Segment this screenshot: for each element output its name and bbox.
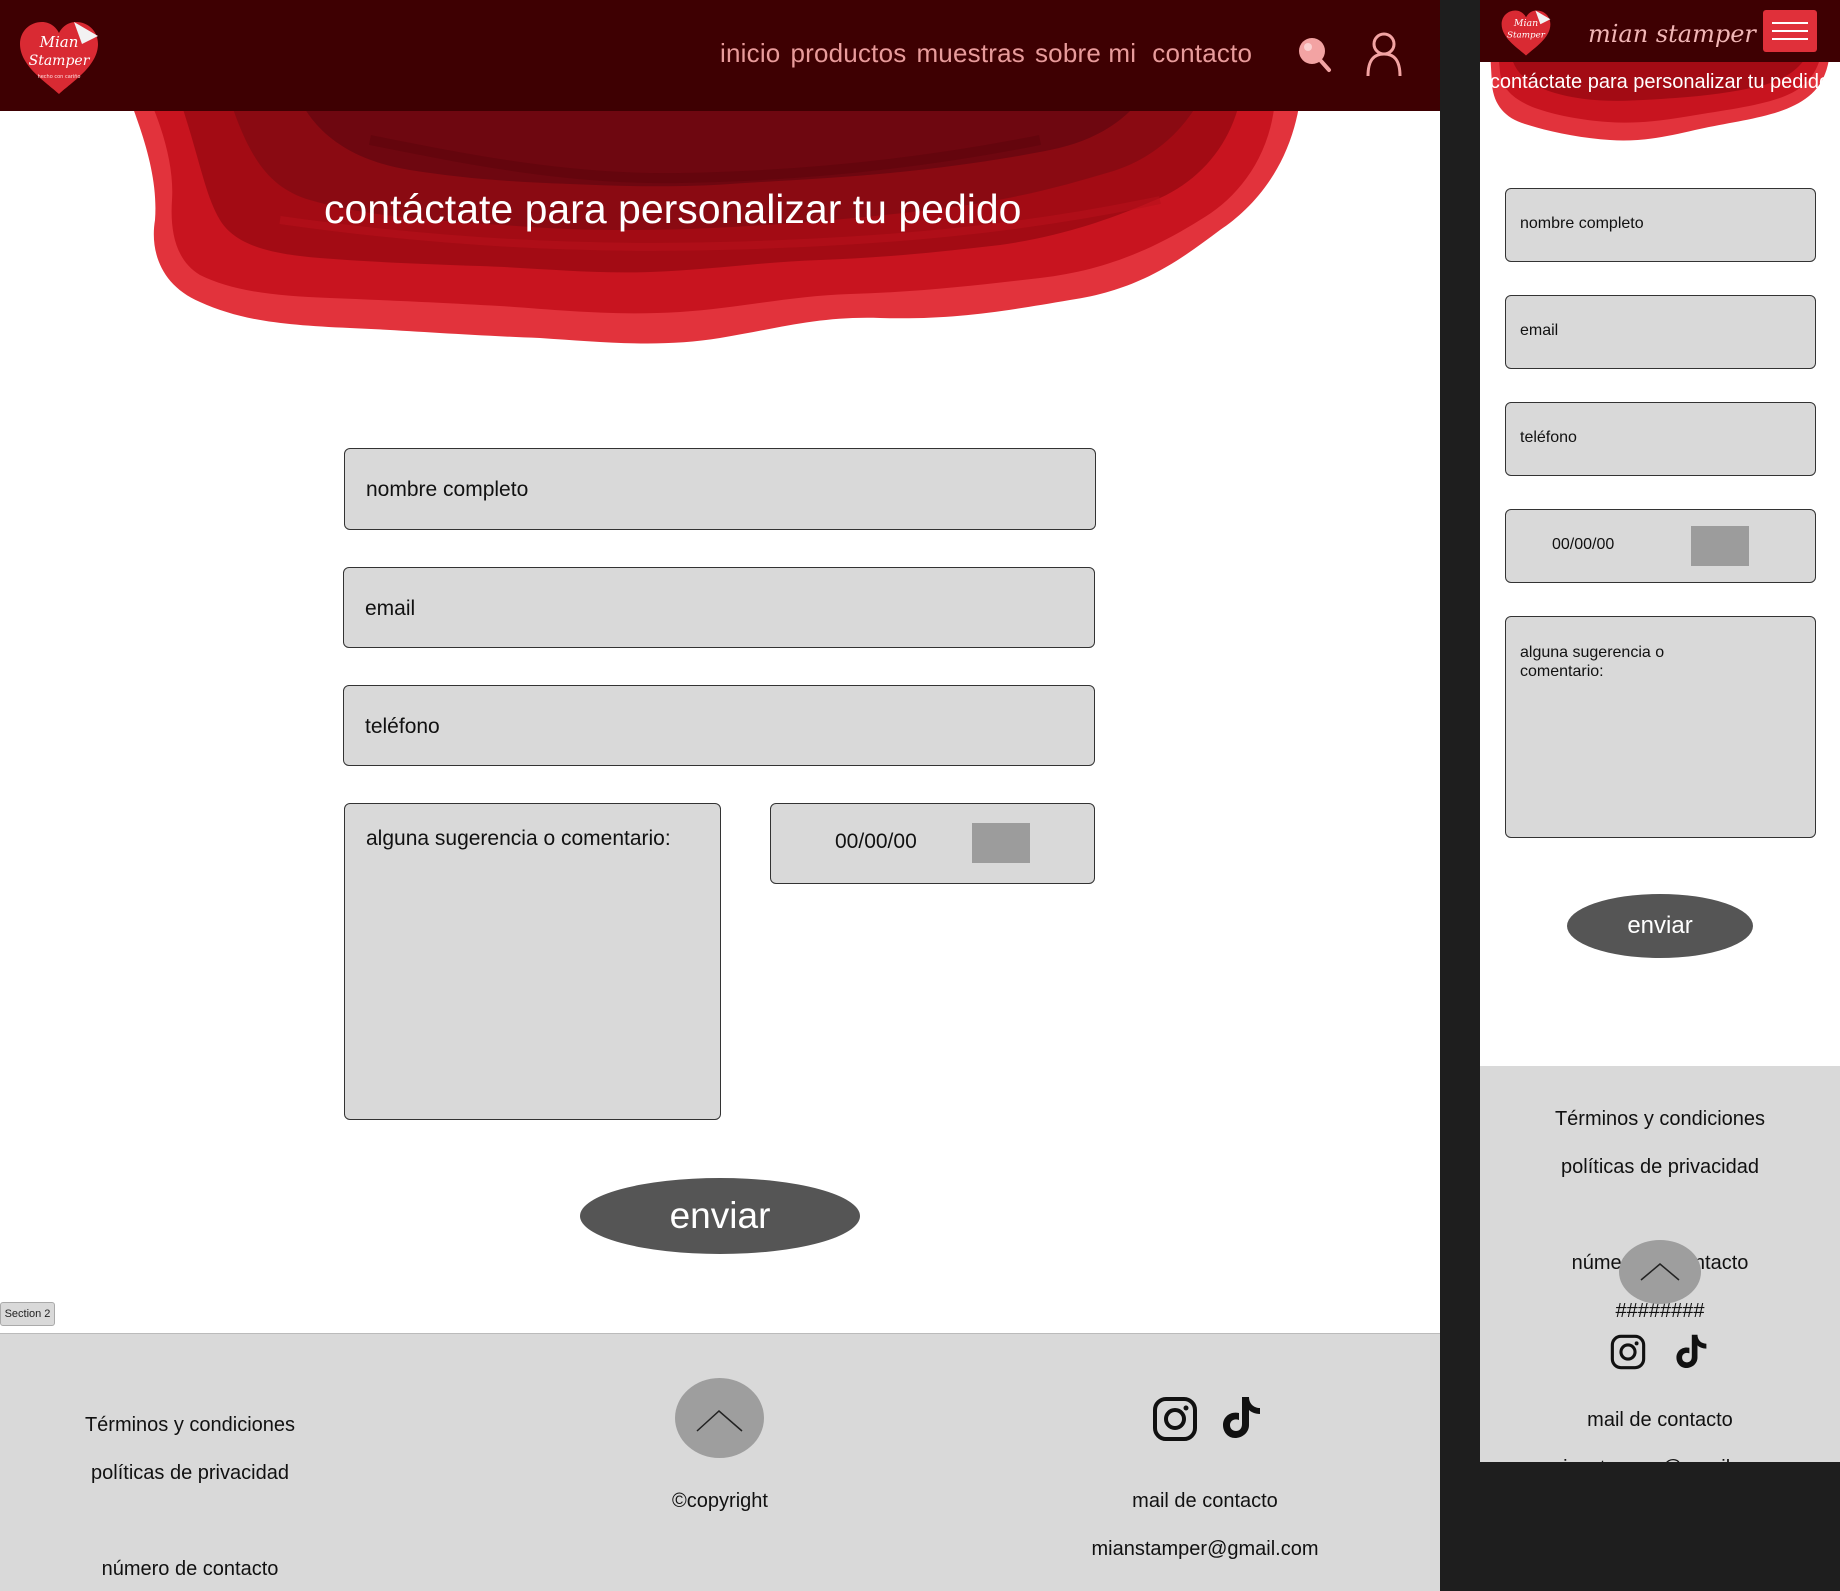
phone-label: número de contacto [101,1558,279,1580]
section-label: Section 2 [0,1302,55,1326]
hamburger-icon [1772,22,1808,24]
mobile-instagram-link[interactable] [1610,1334,1646,1370]
mobile-phone-field[interactable]: teléfono [1505,402,1816,476]
nav-inicio[interactable]: inicio [720,38,780,69]
comment-textarea[interactable]: alguna sugerencia o comentario: [344,803,721,1120]
mobile-name-placeholder: nombre completo [1520,215,1644,232]
mobile-mail-label: mail de contacto [1587,1409,1733,1431]
mobile-brand-name: mian stamper [1588,20,1756,48]
mail-link[interactable]: mianstamper@gmail.com [1060,1537,1350,1561]
mobile-back-to-top-button[interactable] [1619,1240,1701,1304]
mobile-date-picker[interactable]: 00/00/00 [1505,509,1816,583]
svg-text:Mian: Mian [39,33,79,51]
mobile-page: Mian Stamper mian stamper contáctate par… [1480,0,1840,1462]
tiktok-link[interactable] [1220,1394,1262,1440]
mobile-navbar: Mian Stamper mian stamper [1480,0,1840,62]
svg-text:Stamper: Stamper [1507,30,1546,40]
mobile-hero-wave-graphic [1490,50,1830,141]
mobile-submit-button[interactable]: enviar [1567,894,1753,958]
mail-label: mail de contacto [1132,1490,1278,1512]
mobile-tiktok-link[interactable] [1674,1332,1708,1370]
mobile-email-field[interactable]: email [1505,295,1816,369]
phone-placeholder: teléfono [365,715,440,738]
hero-title: contáctate para personalizar tu pedido [324,186,1022,232]
mobile-name-field[interactable]: nombre completo [1505,188,1816,262]
tiktok-icon [1223,1397,1260,1438]
mobile-calendar-toggle[interactable] [1691,526,1749,566]
footer: Términos y condiciones políticas de priv… [0,1333,1440,1591]
instagram-icon [1153,1397,1197,1441]
user-icon [1366,32,1402,77]
mobile-footer-legal: Términos y condiciones políticas de priv… [1480,1083,1840,1347]
heart-logo-icon: Mian Stamper hecho con cariño [20,22,98,94]
mobile-terms-link[interactable]: Términos y condiciones [1480,1107,1840,1131]
tiktok-icon [1676,1334,1707,1368]
mobile-mail-link[interactable]: mianstamper@gmail.com [1480,1456,1840,1462]
email-placeholder: email [365,597,416,620]
email-field[interactable]: email [343,567,1095,648]
mobile-date-value: 00/00/00 [1552,536,1615,553]
chevron-up-icon [1640,1263,1680,1281]
instagram-icon [1610,1334,1646,1370]
account-button[interactable] [1364,30,1404,78]
instagram-link[interactable] [1152,1396,1198,1442]
nav-productos[interactable]: productos [790,38,906,69]
main-nav: inicio productos muestras sobre mi conta… [720,38,1252,69]
mobile-footer: Términos y condiciones políticas de priv… [1480,1066,1840,1462]
brand-logo[interactable]: Mian Stamper hecho con cariño [16,18,102,98]
submit-button[interactable]: enviar [580,1178,860,1254]
date-value: 00/00/00 [835,830,917,853]
mobile-phone-placeholder: teléfono [1520,429,1577,446]
comment-placeholder: alguna sugerencia o comentario: [366,827,671,850]
mobile-hero-title: contáctate para personalizar tu pedido [1489,71,1831,93]
footer-legal: Términos y condiciones políticas de priv… [50,1389,330,1591]
search-button[interactable] [1296,34,1332,74]
mobile-footer-contact: mail de contacto mianstamper@gmail.com [1480,1384,1840,1462]
hamburger-icon-line [1772,30,1808,32]
name-field[interactable]: nombre completo [344,448,1096,530]
terms-link[interactable]: Términos y condiciones [50,1413,330,1437]
mobile-submit-label: enviar [1627,912,1693,939]
mobile-brand-logo[interactable]: Mian Stamper [1498,8,1554,58]
mobile-privacy-link[interactable]: políticas de privacidad [1480,1155,1840,1179]
svg-text:Mian: Mian [1513,18,1538,29]
heart-logo-icon: Mian Stamper [1501,10,1551,56]
top-navbar: Mian Stamper hecho con cariño inicio pro… [0,0,1440,111]
phone-field[interactable]: teléfono [343,685,1095,766]
svg-text:hecho con cariño: hecho con cariño [38,74,81,80]
nav-muestras[interactable]: muestras [916,38,1025,69]
search-icon [1299,38,1331,72]
chevron-up-icon [696,1409,743,1432]
hamburger-menu-button[interactable] [1763,10,1817,52]
footer-contact: mail de contacto mianstamper@gmail.com [1060,1465,1350,1585]
hamburger-icon-line [1772,38,1808,40]
copyright: ©copyright [672,1490,768,1512]
desktop-page: Mian Stamper hecho con cariño inicio pro… [0,0,1440,1591]
nav-sobre-mi[interactable]: sobre mi [1035,38,1136,69]
mobile-comment-textarea[interactable]: alguna sugerencia o comentario: [1505,616,1816,838]
mobile-email-placeholder: email [1520,322,1559,339]
privacy-link[interactable]: políticas de privacidad [50,1461,330,1485]
calendar-toggle[interactable] [972,823,1030,863]
mobile-comment-placeholder: alguna sugerencia o comentario: [1520,644,1665,680]
name-placeholder: nombre completo [366,478,529,501]
submit-label: enviar [669,1195,771,1236]
nav-contacto[interactable]: contacto [1152,38,1252,69]
back-to-top-button[interactable] [675,1378,764,1458]
date-picker[interactable]: 00/00/00 [770,803,1095,884]
svg-text:Stamper: Stamper [29,53,91,69]
